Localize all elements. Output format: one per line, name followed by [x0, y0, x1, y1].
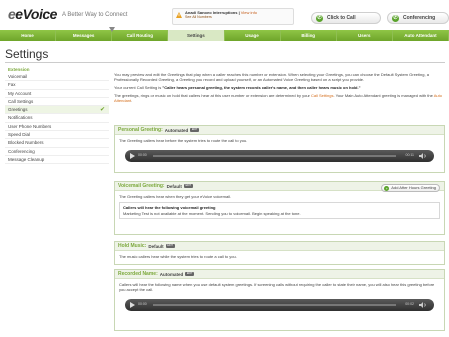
conferencing-button[interactable]: ✆ Conferencing — [387, 12, 449, 24]
volume-icon[interactable] — [419, 302, 428, 308]
progress-bar[interactable] — [153, 304, 396, 306]
tab-users[interactable]: Users — [337, 30, 393, 41]
tab-settings[interactable]: Settings — [168, 30, 225, 41]
sidebar-item-voicemail[interactable]: Voicemail — [5, 73, 109, 82]
tab-auto-attendant[interactable]: Auto Attendant — [393, 30, 449, 41]
account-selector[interactable]: Anadi Sanoeo Interruptions | View info S… — [172, 8, 294, 25]
warning-icon — [176, 12, 182, 18]
edit-button[interactable]: EDIT — [190, 128, 200, 132]
card-header: Hold Music: Default EDIT — [115, 242, 444, 251]
grip-icon — [109, 27, 115, 32]
preview-text: Marketing Test is not available at the m… — [123, 211, 301, 216]
play-icon[interactable] — [130, 153, 135, 159]
click-to-call-button[interactable]: ✆ Click to Call — [311, 12, 381, 24]
plus-icon: + — [384, 186, 390, 191]
sidebar-item-user-phone-numbers[interactable]: User Phone Numbers — [5, 123, 109, 132]
main-nav: Home Messages Call Routing Settings Usag… — [0, 30, 449, 41]
greeting-level: Default — [148, 243, 164, 249]
sidebar-item-label: Greetings — [8, 107, 28, 113]
edit-button[interactable]: EDIT — [183, 184, 193, 188]
voicemail-greeting-preview: Callers will hear the following voicemai… — [119, 202, 440, 219]
edit-button[interactable]: EDIT — [165, 244, 175, 248]
preview-title: Callers will hear the following voicemai… — [123, 205, 216, 210]
audio-player: 00:00 00:11 — [125, 150, 434, 162]
card-description: The music callers hear while the system … — [119, 254, 237, 259]
duration: 00:11 — [405, 153, 415, 157]
card-header: Recorded Name: Automated EDIT — [115, 270, 444, 279]
edit-button[interactable]: EDIT — [185, 272, 195, 276]
sidebar-item-speed-dial[interactable]: Speed Dial — [5, 131, 109, 140]
card-description: Callers will hear the following name whe… — [119, 282, 435, 292]
sidebar-item-greetings[interactable]: Greetings ✔ — [5, 106, 109, 115]
play-icon[interactable] — [130, 302, 135, 308]
card-header: Personal Greeting: Automated EDIT — [115, 126, 444, 135]
voicemail-greeting-card: Voicemail Greeting: Default EDIT + Add Af… — [114, 181, 445, 235]
title-divider — [5, 62, 445, 63]
tab-call-routing[interactable]: Call Routing — [112, 30, 169, 41]
elapsed-time: 00:00 — [138, 302, 147, 306]
see-all-numbers-link[interactable]: See All Numbers — [185, 15, 290, 19]
conference-icon: ✆ — [392, 15, 399, 22]
greeting-level: Automated — [164, 127, 189, 133]
card-title: Voicemail Greeting: — [118, 183, 165, 189]
sidebar-item-blocked-numbers[interactable]: Blocked Numbers — [5, 139, 109, 148]
tab-home[interactable]: Home — [0, 30, 57, 41]
view-info-link[interactable]: View info — [241, 10, 257, 15]
card-body: The Greeting callers hear when they get … — [115, 191, 444, 222]
phone-icon: ✆ — [316, 15, 323, 22]
card-description: The Greeting callers hear when they get … — [119, 194, 232, 199]
sidebar-item-fax[interactable]: Fax — [5, 81, 109, 90]
audio-player: 00:00 00:02 — [125, 299, 434, 311]
volume-icon[interactable] — [419, 153, 428, 159]
elapsed-time: 00:00 — [138, 153, 147, 157]
sidebar-item-message-cleanup[interactable]: Message Cleanup — [5, 156, 109, 165]
call-settings-link[interactable]: Call Settings — [311, 93, 333, 98]
progress-bar[interactable] — [153, 155, 396, 157]
greeting-level: Default — [166, 183, 182, 189]
recorded-name-card: Recorded Name: Automated EDIT Callers wi… — [114, 269, 445, 331]
intro-paragraph: You may preview and edit the Greetings t… — [114, 72, 429, 83]
evoice-logo[interactable]: eeVoice — [8, 6, 57, 22]
greetings-intro: You may preview and edit the Greetings t… — [114, 72, 444, 106]
greeting-level: Automated — [159, 271, 184, 277]
hold-music-card: Hold Music: Default EDIT The music calle… — [114, 241, 445, 265]
intro-note: The greetings, rings or music on hold th… — [114, 92, 442, 103]
duration: 00:02 — [405, 302, 414, 306]
tab-messages[interactable]: Messages — [56, 30, 113, 41]
card-title: Hold Music: — [118, 243, 147, 249]
personal-greeting-card: Personal Greeting: Automated EDIT The Gr… — [114, 125, 445, 173]
current-call-setting: Your current Call Setting is "Caller hea… — [114, 84, 361, 90]
sidebar-item-notifications[interactable]: Notifications — [5, 114, 109, 123]
card-title: Personal Greeting: — [118, 127, 163, 133]
sidebar-heading: Extension — [8, 67, 30, 72]
sidebar-item-call-settings[interactable]: Call Settings — [5, 98, 109, 107]
card-title: Recorded Name: — [118, 271, 158, 277]
sidebar-item-conferencing[interactable]: Conferencing — [5, 148, 109, 156]
card-description: The Greeting callers hear before the sys… — [119, 138, 248, 143]
header: eeVoice A Better Way to Connect Anadi Sa… — [0, 0, 449, 30]
tagline: A Better Way to Connect — [62, 12, 128, 18]
page-title: Settings — [5, 47, 49, 61]
tab-usage[interactable]: Usage — [225, 30, 281, 41]
tab-billing[interactable]: Billing — [281, 30, 337, 41]
add-after-hours-greeting-button[interactable]: + Add After Hours Greeting — [381, 184, 440, 192]
checkmark-icon: ✔ — [99, 107, 105, 114]
settings-sidebar: Extension Voicemail Fax My Account Call … — [5, 65, 109, 165]
logo-text: eVoice — [15, 6, 57, 22]
sidebar-item-my-account[interactable]: My Account — [5, 90, 109, 98]
